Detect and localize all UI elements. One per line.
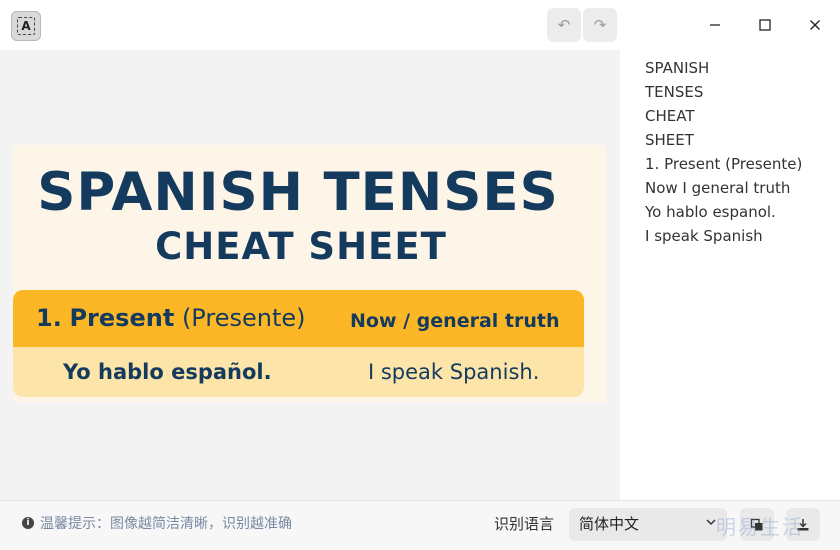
copy-icon bbox=[750, 518, 763, 530]
language-select-value: 简体中文 bbox=[579, 515, 640, 533]
redo-button[interactable]: ↷ bbox=[583, 8, 617, 42]
info-icon: i bbox=[22, 517, 34, 529]
redo-icon: ↷ bbox=[593, 16, 607, 34]
minimize-icon bbox=[710, 24, 720, 26]
text-recognition-icon: A bbox=[11, 11, 41, 41]
ocr-line[interactable]: SPANISH bbox=[645, 58, 709, 78]
footer-bar: i 温馨提示：图像越简洁清晰，识别越准确 识别语言 简体中文 明易生活 bbox=[0, 500, 840, 550]
close-icon bbox=[810, 20, 820, 30]
example-spanish: Yo hablo español. bbox=[63, 360, 272, 384]
tip-text: 温馨提示：图像越简洁清晰，识别越准确 bbox=[40, 516, 292, 532]
app-icon-glyph: A bbox=[17, 17, 35, 35]
download-icon bbox=[797, 518, 809, 530]
ocr-result-pane[interactable]: SPANISH TENSES CHEAT SHEET 1. Present (P… bbox=[620, 50, 840, 500]
example-english: I speak Spanish. bbox=[368, 360, 540, 384]
undo-icon: ↶ bbox=[557, 16, 571, 34]
ocr-line[interactable]: 1. Present (Presente) bbox=[645, 154, 802, 174]
maximize-button[interactable] bbox=[750, 10, 780, 40]
image-preview[interactable]: SPANISH TENSES CHEAT SHEET 1. Present (P… bbox=[0, 50, 620, 500]
ocr-line[interactable]: Yo hablo espanol. bbox=[645, 202, 776, 222]
language-select[interactable]: 简体中文 bbox=[569, 508, 727, 541]
ocr-line[interactable]: CHEAT bbox=[645, 106, 695, 126]
tense-name: 1. Present (Presente) bbox=[36, 302, 305, 334]
close-button[interactable] bbox=[800, 10, 830, 40]
language-label: 识别语言 bbox=[494, 515, 555, 533]
copy-button[interactable] bbox=[740, 508, 774, 541]
cheat-sheet-title: SPANISH TENSES bbox=[37, 162, 559, 223]
tense-usage: Now / general truth bbox=[350, 310, 560, 332]
tense-example-row: Yo hablo español. I speak Spanish. bbox=[13, 347, 584, 397]
cheat-sheet-image: SPANISH TENSES CHEAT SHEET 1. Present (P… bbox=[13, 145, 606, 402]
maximize-icon bbox=[759, 19, 771, 31]
tense-header-row: 1. Present (Presente) Now / general trut… bbox=[13, 290, 584, 347]
history-controls: ↶ ↷ bbox=[547, 8, 617, 42]
ocr-line[interactable]: SHEET bbox=[645, 130, 694, 150]
ocr-line[interactable]: TENSES bbox=[645, 82, 703, 102]
chevron-down-icon bbox=[706, 519, 716, 526]
undo-button[interactable]: ↶ bbox=[547, 8, 581, 42]
tense-spanish-name: (Presente) bbox=[181, 304, 306, 332]
ocr-line[interactable]: Now I general truth bbox=[645, 178, 790, 198]
tense-number: 1. bbox=[36, 304, 62, 332]
download-button[interactable] bbox=[786, 508, 820, 541]
title-bar: A ↶ ↷ bbox=[0, 0, 840, 50]
cheat-sheet-subtitle: CHEAT SHEET bbox=[155, 225, 447, 268]
minimize-button[interactable] bbox=[700, 10, 730, 40]
ocr-line[interactable]: I speak Spanish bbox=[645, 226, 763, 246]
tense-english-name: Present bbox=[69, 304, 175, 332]
